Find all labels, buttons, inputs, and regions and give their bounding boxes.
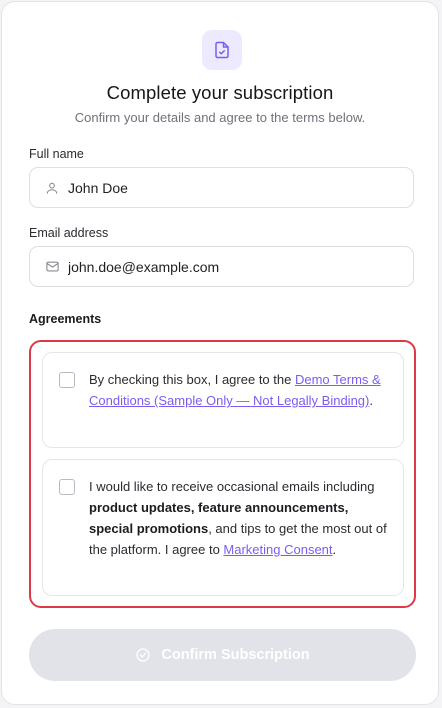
marketing-consent-link[interactable]: Marketing Consent bbox=[223, 542, 332, 557]
full-name-field[interactable] bbox=[29, 167, 414, 208]
full-name-label: Full name bbox=[29, 147, 84, 161]
page-title: Complete your subscription bbox=[106, 82, 334, 103]
document-check-icon bbox=[202, 30, 242, 70]
terms-agreement-text: By checking this box, I agree to the Dem… bbox=[89, 372, 381, 408]
marketing-checkbox[interactable] bbox=[59, 479, 75, 495]
mail-icon bbox=[44, 259, 60, 275]
subscription-card: Complete your subscription Confirm your … bbox=[1, 1, 439, 705]
confirm-button-label: Confirm Subscription bbox=[161, 647, 310, 663]
page-subtitle: Confirm your details and agree to the te… bbox=[74, 110, 366, 125]
marketing-agreement-card[interactable]: I would like to receive occasional email… bbox=[42, 459, 404, 596]
marketing-agreement-text: I would like to receive occasional email… bbox=[89, 479, 387, 557]
terms-checkbox[interactable] bbox=[59, 372, 75, 388]
agreements-group: By checking this box, I agree to the Dem… bbox=[29, 340, 416, 608]
terms-agreement-card[interactable]: By checking this box, I agree to the Dem… bbox=[42, 352, 404, 448]
confirm-subscription-button[interactable]: Confirm Subscription bbox=[29, 629, 416, 681]
full-name-input[interactable] bbox=[68, 179, 388, 196]
email-label: Email address bbox=[29, 226, 109, 240]
agreements-label: Agreements bbox=[29, 312, 102, 326]
user-icon bbox=[44, 180, 60, 196]
email-field[interactable] bbox=[29, 246, 414, 287]
email-input[interactable] bbox=[68, 258, 388, 275]
check-circle-icon bbox=[135, 647, 151, 663]
